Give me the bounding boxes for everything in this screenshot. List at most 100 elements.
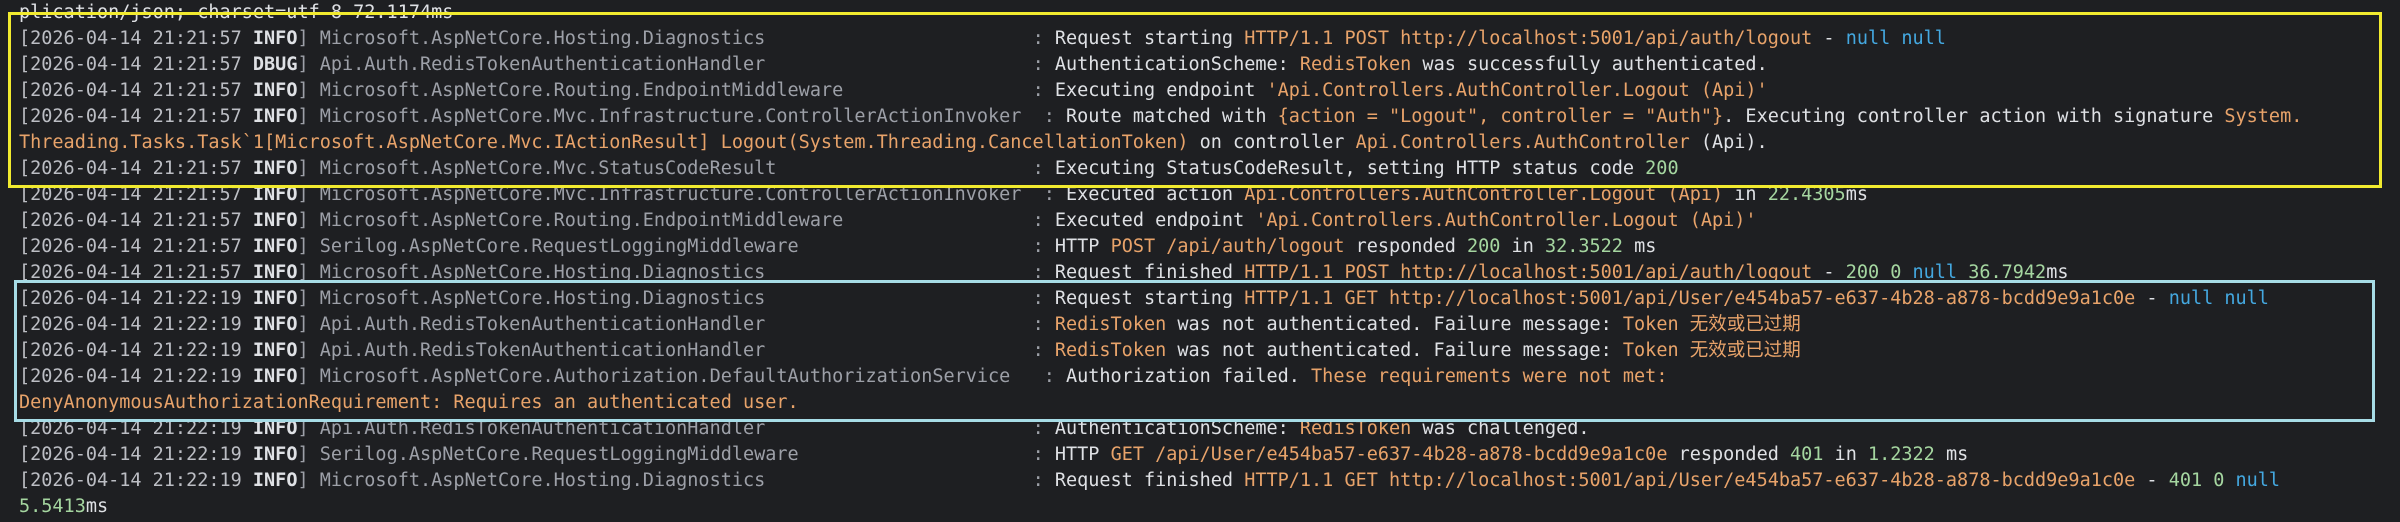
- log-message: Request starting HTTP/1.1 POST http://lo…: [1055, 28, 1946, 49]
- log-source: ] Microsoft.AspNetCore.Routing.EndpointM…: [297, 80, 1055, 101]
- log-fragment: http://localhost:5001/api/User/e454ba57-…: [1389, 470, 2136, 491]
- log-fragment: 'Api.Controllers.AuthController.Logout (…: [1255, 210, 1757, 231]
- log-line: [2026-04-14 21:21:57 INFO] Microsoft.Asp…: [19, 156, 2389, 182]
- log-source: ] Microsoft.AspNetCore.Mvc.Infrastructur…: [297, 184, 1066, 205]
- log-line: [2026-04-14 21:22:19 INFO] Microsoft.Asp…: [19, 468, 2389, 494]
- log-fragment: in: [1823, 444, 1868, 465]
- log-message: Authorization failed. These requirements…: [1066, 366, 1667, 387]
- log-fragment: null null: [1845, 28, 1946, 49]
- log-fragment: RedisToken: [1299, 418, 1412, 439]
- log-message: 5.5413ms: [19, 496, 108, 517]
- log-fragment: ms: [1934, 444, 1969, 465]
- log-level: INFO: [252, 158, 298, 179]
- log-timestamp: [2026-04-14 21:22:19: [19, 288, 253, 309]
- log-source: ] Microsoft.AspNetCore.Mvc.StatusCodeRes…: [297, 158, 1055, 179]
- log-message: Request finished HTTP/1.1 GET http://loc…: [1055, 470, 2280, 491]
- log-fragment: 1.2322: [1867, 444, 1935, 465]
- log-level: INFO: [252, 236, 298, 257]
- log-fragment: 200 0: [1845, 262, 1913, 283]
- log-fragment: was challenged.: [1411, 418, 1590, 439]
- log-fragment: 5.5413: [19, 496, 86, 517]
- log-fragment: Executing StatusCodeResult, setting HTTP…: [1054, 158, 1646, 179]
- log-fragment: {action = "Logout", controller = "Auth"}: [1277, 106, 1724, 127]
- log-level: INFO: [252, 184, 298, 205]
- log-fragment: in: [1723, 184, 1768, 205]
- log-message: plication/json; charset=utf-8 72.1174ms: [19, 2, 453, 23]
- log-line: plication/json; charset=utf-8 72.1174ms: [19, 0, 2389, 26]
- log-timestamp: [2026-04-14 21:22:19: [19, 470, 253, 491]
- log-fragment: 200: [1645, 158, 1679, 179]
- log-fragment: was successfully authenticated.: [1411, 54, 1768, 75]
- log-fragment: 36.7942: [1968, 262, 2047, 283]
- log-level: INFO: [252, 444, 298, 465]
- log-timestamp: [2026-04-14 21:21:57: [19, 54, 253, 75]
- log-message: AuthenticationScheme: RedisToken was cha…: [1055, 418, 1590, 439]
- log-message: Executed endpoint 'Api.Controllers.AuthC…: [1055, 210, 1757, 231]
- log-fragment: Executing endpoint: [1054, 80, 1267, 101]
- log-fragment: HTTP/1.1 POST: [1244, 28, 1401, 49]
- log-line: [2026-04-14 21:22:19 INFO] Api.Auth.Redi…: [19, 338, 2389, 364]
- log-timestamp: [2026-04-14 21:22:19: [19, 314, 253, 335]
- log-level: INFO: [252, 106, 298, 127]
- log-fragment: 401 0: [2168, 470, 2236, 491]
- log-fragment: null null: [2168, 288, 2269, 309]
- log-fragment: 32.3522: [1544, 236, 1623, 257]
- log-level: INFO: [252, 470, 298, 491]
- log-source: ] Microsoft.AspNetCore.Hosting.Diagnosti…: [297, 28, 1055, 49]
- log-fragment: ms: [1845, 184, 1868, 205]
- log-message: Executing endpoint 'Api.Controllers.Auth…: [1055, 80, 1768, 101]
- log-fragment: -: [1812, 262, 1846, 283]
- log-source: ] Microsoft.AspNetCore.Mvc.Infrastructur…: [297, 106, 1066, 127]
- log-fragment: These requirements were not met:: [1311, 366, 1668, 387]
- log-timestamp: [2026-04-14 21:21:57: [19, 184, 253, 205]
- log-line: [2026-04-14 21:22:19 INFO] Api.Auth.Redi…: [19, 416, 2389, 442]
- log-fragment: ms: [1622, 236, 1657, 257]
- log-fragment: null: [1912, 262, 1969, 283]
- log-line: [2026-04-14 21:21:57 DBUG] Api.Auth.Redi…: [19, 52, 2389, 78]
- log-fragment: (Api).: [1689, 132, 1768, 153]
- log-line: [2026-04-14 21:21:57 INFO] Microsoft.Asp…: [19, 260, 2389, 286]
- log-fragment: 22.4305: [1767, 184, 1846, 205]
- terminal-log-output[interactable]: plication/json; charset=utf-8 72.1174ms …: [19, 0, 2389, 520]
- log-level: INFO: [252, 418, 298, 439]
- log-timestamp: [2026-04-14 21:21:57: [19, 80, 253, 101]
- log-timestamp: [2026-04-14 21:21:57: [19, 106, 253, 127]
- log-fragment: Request finished: [1054, 470, 1245, 491]
- log-line: [2026-04-14 21:22:19 INFO] Microsoft.Asp…: [19, 364, 2389, 390]
- log-fragment: AuthenticationScheme:: [1054, 418, 1300, 439]
- log-source: ] Api.Auth.RedisTokenAuthenticationHandl…: [297, 340, 1055, 361]
- log-timestamp: [2026-04-14 21:21:57: [19, 158, 253, 179]
- log-fragment: System.: [2224, 106, 2303, 127]
- log-message: Executing StatusCodeResult, setting HTTP…: [1055, 158, 1679, 179]
- log-line: [2026-04-14 21:21:57 INFO] Serilog.AspNe…: [19, 234, 2389, 260]
- log-level: INFO: [252, 340, 298, 361]
- log-level: INFO: [252, 80, 298, 101]
- log-fragment: HTTP/1.1 GET: [1244, 288, 1390, 309]
- log-fragment: Request finished: [1054, 262, 1245, 283]
- log-timestamp: [2026-04-14 21:22:19: [19, 340, 253, 361]
- log-message: HTTP POST /api/auth/logout responded 200…: [1055, 236, 1657, 257]
- log-fragment: GET /api/User/e454ba57-e637-4b28-a878-bc…: [1110, 444, 1668, 465]
- log-message: Route matched with {action = "Logout", c…: [1066, 106, 2302, 127]
- log-message: DenyAnonymousAuthorizationRequirement: R…: [19, 392, 799, 413]
- log-fragment: Request starting: [1054, 28, 1245, 49]
- log-fragment: -: [1812, 28, 1846, 49]
- log-fragment: Token 无效或已过期: [1622, 314, 1801, 335]
- log-timestamp: [2026-04-14 21:21:57: [19, 210, 253, 231]
- log-source: ] Api.Auth.RedisTokenAuthenticationHandl…: [297, 54, 1055, 75]
- log-level: INFO: [252, 28, 298, 49]
- log-fragment: was not authenticated. Failure message:: [1166, 314, 1623, 335]
- log-level: INFO: [252, 314, 298, 335]
- log-source: ] Api.Auth.RedisTokenAuthenticationHandl…: [297, 314, 1055, 335]
- log-source: ] Microsoft.AspNetCore.Hosting.Diagnosti…: [297, 288, 1055, 309]
- log-level: INFO: [252, 366, 298, 387]
- log-fragment: in: [1500, 236, 1545, 257]
- log-line: [2026-04-14 21:22:19 INFO] Serilog.AspNe…: [19, 442, 2389, 468]
- log-source: ] Microsoft.AspNetCore.Hosting.Diagnosti…: [297, 470, 1055, 491]
- log-fragment: responded: [1667, 444, 1790, 465]
- log-message: Request starting HTTP/1.1 GET http://loc…: [1055, 288, 2269, 309]
- log-line: [2026-04-14 21:22:19 INFO] Api.Auth.Redi…: [19, 312, 2389, 338]
- log-fragment: on controller: [1188, 132, 1356, 153]
- log-message: RedisToken was not authenticated. Failur…: [1055, 314, 1801, 335]
- log-fragment: DenyAnonymousAuthorizationRequirement: R…: [19, 392, 799, 413]
